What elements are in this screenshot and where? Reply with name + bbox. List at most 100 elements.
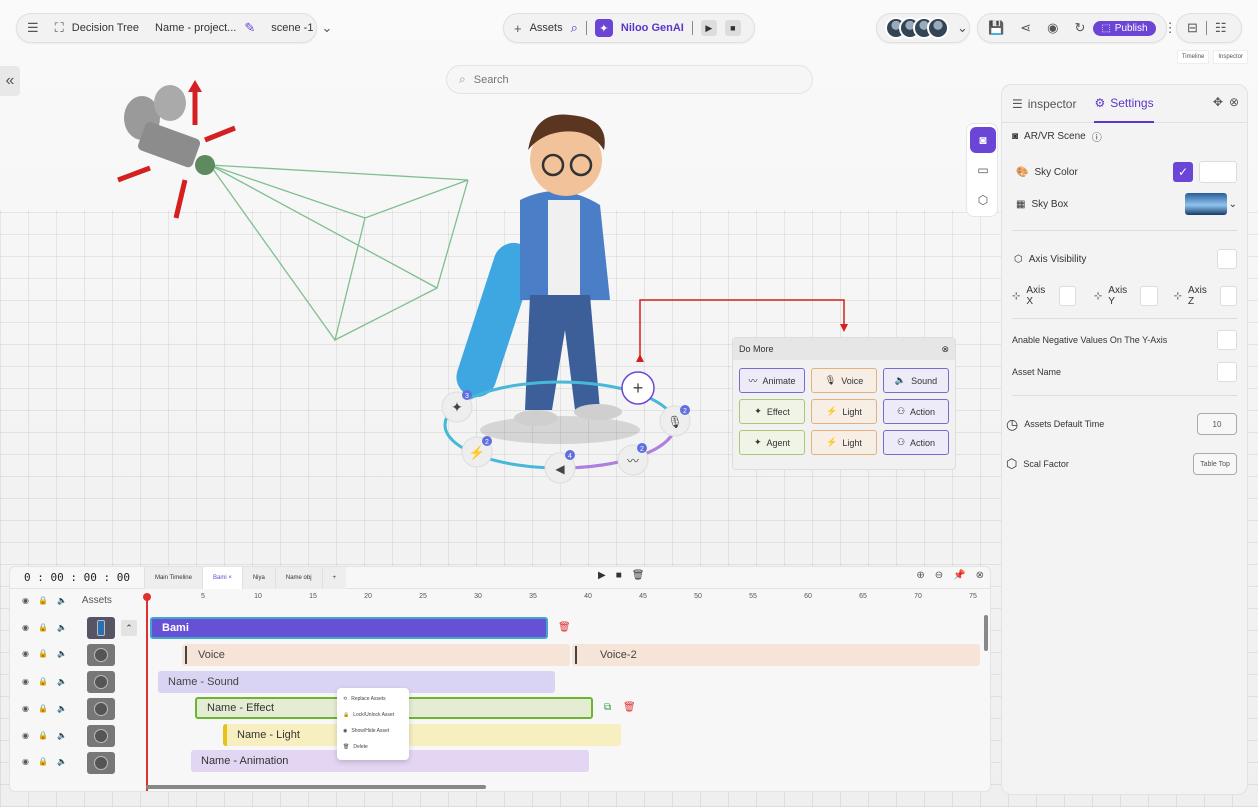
clip-voice-2[interactable]: Voice-2	[572, 644, 980, 666]
sound-button[interactable]: 🔈 Sound	[883, 368, 949, 393]
lock-icon[interactable]: 🔒	[38, 623, 48, 632]
camera-icon[interactable]	[117, 80, 236, 219]
voice-button[interactable]: 🎙 Voice	[811, 368, 877, 393]
add-icon[interactable]: +	[514, 21, 522, 36]
close-icon[interactable]: ⊗	[976, 570, 984, 581]
speaker-icon[interactable]: 🔈	[57, 677, 67, 686]
vr-headset-icon[interactable]: ◙	[970, 127, 996, 153]
publish-button[interactable]: ⬚ Publish	[1093, 20, 1156, 36]
action-button[interactable]: ⚇ Action	[883, 399, 949, 424]
play-icon[interactable]: ▶	[598, 570, 606, 581]
close-icon[interactable]: ⊗	[1229, 95, 1239, 109]
play-button[interactable]: ▶	[700, 20, 717, 36]
asset-thumbnail[interactable]	[87, 725, 115, 747]
speaker-icon[interactable]: 🔈	[57, 596, 67, 605]
video-camera-icon[interactable]: ▭	[970, 157, 996, 183]
menu-icon[interactable]: ☰	[27, 20, 39, 36]
action-button[interactable]: ⚇ Action	[883, 430, 949, 455]
speaker-icon[interactable]: 🔈	[57, 731, 67, 740]
save-icon[interactable]: 💾	[988, 20, 1004, 36]
axis-x-checkbox[interactable]	[1058, 286, 1076, 306]
speaker-icon[interactable]: 🔈	[57, 623, 67, 632]
lock-icon[interactable]: 🔒	[38, 704, 48, 713]
speaker-icon[interactable]: 🔈	[57, 704, 67, 713]
speaker-icon[interactable]: 🔈	[57, 649, 67, 658]
asset-thumbnail[interactable]	[87, 752, 115, 774]
asset-name-checkbox[interactable]	[1217, 362, 1237, 382]
search-input[interactable]	[473, 73, 774, 86]
pin-icon[interactable]: 📌	[953, 570, 965, 581]
project-name[interactable]: Name - project...	[155, 22, 236, 34]
trash-icon[interactable]: 🗑	[558, 622, 571, 633]
trash-icon[interactable]: 🗑	[623, 702, 636, 713]
collaborators[interactable]: ⌄	[876, 13, 970, 43]
tab-name-obj[interactable]: Name obj	[274, 567, 322, 589]
chevron-down-icon[interactable]: ⌄	[1229, 199, 1237, 210]
more-icon[interactable]: ⋮	[1164, 20, 1177, 36]
playhead[interactable]	[143, 593, 151, 791]
sky-color-checkbox[interactable]: ✓	[1173, 162, 1193, 182]
refresh-icon[interactable]: ↻	[1074, 20, 1085, 36]
speaker-icon[interactable]: 🔈	[57, 757, 67, 766]
copy-icon[interactable]: ⧉	[604, 702, 611, 713]
zoom-in-icon[interactable]: ⊕	[916, 570, 924, 581]
tab-settings[interactable]: ⚙ Settings	[1094, 85, 1154, 123]
eye-icon[interactable]: ◉	[22, 623, 29, 632]
light-button[interactable]: ⚡ Light	[811, 430, 877, 455]
clip-bami[interactable]: Bami	[150, 617, 548, 639]
inspector-toggle-icon[interactable]: ☷	[1215, 20, 1227, 36]
add-tab-button[interactable]: +	[321, 567, 347, 589]
clip-voice[interactable]: Voice	[182, 644, 570, 666]
close-icon[interactable]: ⊗	[941, 344, 949, 355]
chevron-down-icon[interactable]: ⌄	[957, 20, 968, 36]
default-time-input[interactable]: 10	[1197, 413, 1237, 435]
timeline-toggle-icon[interactable]: ⊟	[1187, 20, 1198, 36]
negative-y-checkbox[interactable]	[1217, 330, 1237, 350]
trash-icon[interactable]: 🗑	[632, 570, 645, 581]
lock-unlock-item[interactable]: 🔒 Lock/Unlock Asset	[337, 707, 409, 723]
search-icon[interactable]: ⌕	[571, 20, 578, 36]
effect-button[interactable]: ✦ Effect	[739, 399, 805, 424]
chevron-down-icon[interactable]: ⌄	[321, 20, 332, 36]
collapse-sidebar-button[interactable]: «	[0, 66, 20, 96]
light-button[interactable]: ⚡ Light	[811, 399, 877, 424]
mode-label[interactable]: Decision Tree	[72, 22, 139, 34]
stop-button[interactable]: ■	[724, 20, 741, 36]
zoom-out-icon[interactable]: ⊖	[935, 570, 943, 581]
decision-tree-icon[interactable]: ⛶	[55, 20, 64, 36]
eye-icon[interactable]: ◉	[22, 757, 29, 766]
lock-icon[interactable]: 🔒	[38, 596, 48, 605]
tab-main-timeline[interactable]: Main Timeline	[143, 567, 202, 589]
agent-button[interactable]: ✦ Agent	[739, 430, 805, 455]
sky-box-thumbnail[interactable]	[1184, 193, 1227, 215]
asset-thumbnail[interactable]	[87, 617, 115, 639]
lock-icon[interactable]: 🔒	[38, 649, 48, 658]
asset-thumbnail[interactable]	[87, 671, 115, 693]
animate-button[interactable]: 〰 Animate	[739, 368, 805, 393]
eye-icon[interactable]: ◉	[22, 649, 29, 658]
chevron-up-icon[interactable]: ⌃	[121, 620, 137, 636]
asset-thumbnail[interactable]	[87, 644, 115, 666]
tab-inspector[interactable]: ☰ inspector	[1012, 85, 1076, 123]
scene-select[interactable]: scene -1	[271, 22, 313, 34]
eye-icon[interactable]: ◉	[22, 596, 29, 605]
clip-light[interactable]: Name - Light	[223, 724, 621, 746]
move-icon[interactable]: ✥	[1213, 95, 1223, 109]
sky-color-swatch[interactable]	[1199, 161, 1237, 183]
delete-item[interactable]: 🗑 Delete	[337, 739, 409, 755]
genai-button[interactable]: Niloo GenAI	[621, 22, 684, 34]
inspector-tab[interactable]: Inspector	[1213, 50, 1248, 64]
tab-niya[interactable]: Niya	[241, 567, 275, 589]
show-hide-item[interactable]: ◉ Show/Hide Asset	[337, 723, 409, 739]
lock-icon[interactable]: 🔒	[38, 757, 48, 766]
cube-icon[interactable]: ⬡	[970, 187, 996, 213]
info-icon[interactable]: ⓘ	[1092, 129, 1102, 144]
axis-visibility-checkbox[interactable]	[1217, 249, 1237, 269]
close-icon[interactable]: ×	[228, 575, 232, 581]
assets-button[interactable]: Assets	[530, 22, 563, 34]
eye-icon[interactable]: ◉	[22, 704, 29, 713]
preview-eye-icon[interactable]: ◉	[1047, 20, 1058, 36]
replace-asset-item[interactable]: ⟲ Replace Assets	[337, 691, 409, 707]
stop-icon[interactable]: ■	[616, 570, 622, 581]
lock-icon[interactable]: 🔒	[38, 677, 48, 686]
